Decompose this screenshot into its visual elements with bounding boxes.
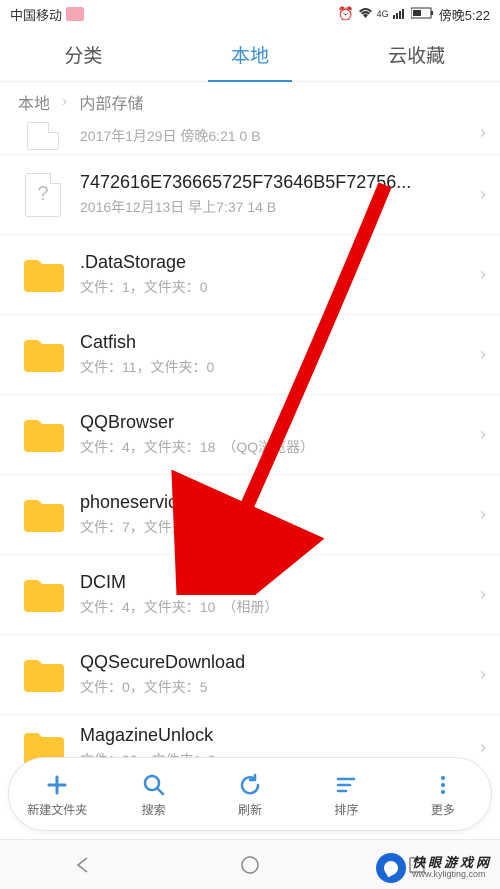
- sort-icon: [334, 771, 358, 799]
- wifi-icon: [358, 7, 373, 22]
- search-icon: [142, 771, 166, 799]
- item-title: QQBrowser: [80, 412, 474, 433]
- breadcrumb-path[interactable]: 内部存储: [79, 90, 143, 114]
- folder-icon: [22, 498, 64, 532]
- item-title: 7472616E736665725F73646B5F72756...: [80, 172, 474, 193]
- item-meta: 文件：4，文件夹：18 （QQ浏览器）: [80, 437, 474, 457]
- chevron-right-icon: ›: [474, 664, 486, 685]
- alarm-icon: ⏰: [337, 6, 353, 22]
- folder-icon: [22, 658, 64, 692]
- bottom-toolbar: 新建文件夹 搜索 刷新 排序 更多: [8, 757, 492, 831]
- time: 傍晚5:22: [439, 5, 490, 24]
- list-item-dcim[interactable]: DCIM 文件：4，文件夹：10 （相册） ›: [0, 555, 500, 635]
- chevron-right-icon: ›: [474, 737, 486, 758]
- list-item[interactable]: ? 7472616E736665725F73646B5F72756... 201…: [0, 155, 500, 235]
- battery-icon: [411, 7, 435, 22]
- signal-bars-icon: [393, 7, 407, 22]
- item-title: phoneservice: [80, 492, 474, 513]
- watermark: 快眼游戏网 www.kyligting.com: [376, 853, 492, 883]
- back-button[interactable]: [70, 852, 96, 878]
- folder-icon: [22, 418, 64, 452]
- folder-icon: [22, 258, 64, 292]
- app-icon: [66, 7, 84, 21]
- tab-category[interactable]: 分类: [0, 28, 167, 81]
- list-item[interactable]: Catfish 文件：11，文件夹：0 ›: [0, 315, 500, 395]
- search-button[interactable]: 搜索: [105, 758, 201, 830]
- item-meta: 2016年12月13日 早上7:37 14 B: [80, 197, 474, 217]
- file-icon: [27, 122, 59, 150]
- more-icon: [431, 771, 455, 799]
- signal-4g: 4G: [377, 9, 389, 19]
- chevron-right-icon: ›: [474, 584, 486, 605]
- item-title: QQSecureDownload: [80, 652, 474, 673]
- list-item[interactable]: 2017年1月29日 傍晚6:21 0 B ›: [0, 122, 500, 155]
- top-tabs: 分类 本地 云收藏: [0, 28, 500, 82]
- item-meta: 文件：11，文件夹：0: [80, 357, 474, 377]
- status-bar: 中国移动 ⏰ 4G 傍晚5:22: [0, 0, 500, 28]
- chevron-right-icon: ›: [474, 424, 486, 445]
- item-meta: 文件：4，文件夹：10 （相册）: [80, 597, 474, 617]
- chevron-right-icon: ›: [474, 264, 486, 285]
- item-title: MagazineUnlock: [80, 725, 474, 746]
- breadcrumb[interactable]: 本地 › 内部存储: [0, 82, 500, 122]
- item-title: DCIM: [80, 572, 474, 593]
- carrier: 中国移动: [10, 5, 62, 24]
- chevron-right-icon: ›: [62, 93, 67, 111]
- chevron-right-icon: ›: [474, 184, 486, 205]
- file-list: 2017年1月29日 傍晚6:21 0 B › ? 7472616E736665…: [0, 122, 500, 770]
- file-unknown-icon: ?: [25, 173, 61, 217]
- list-item[interactable]: QQSecureDownload 文件：0，文件夹：5 ›: [0, 635, 500, 715]
- chevron-right-icon: ›: [474, 344, 486, 365]
- item-meta: 2017年1月29日 傍晚6:21 0 B: [80, 126, 474, 146]
- folder-icon: [22, 338, 64, 372]
- item-meta: 文件：1，文件夹：0: [80, 277, 474, 297]
- list-item[interactable]: .DataStorage 文件：1，文件夹：0 ›: [0, 235, 500, 315]
- chevron-right-icon: ›: [474, 504, 486, 525]
- breadcrumb-root[interactable]: 本地: [18, 90, 50, 114]
- chevron-right-icon: ›: [474, 122, 486, 143]
- new-folder-button[interactable]: 新建文件夹: [9, 758, 105, 830]
- folder-icon: [22, 578, 64, 612]
- item-title: Catfish: [80, 332, 474, 353]
- more-button[interactable]: 更多: [395, 758, 491, 830]
- item-meta: 文件：7，文件夹：0: [80, 517, 474, 537]
- refresh-button[interactable]: 刷新: [202, 758, 298, 830]
- item-title: .DataStorage: [80, 252, 474, 273]
- plus-icon: [45, 771, 69, 799]
- home-button[interactable]: [237, 852, 263, 878]
- refresh-icon: [238, 771, 262, 799]
- watermark-logo-icon: [376, 853, 406, 883]
- list-item[interactable]: phoneservice 文件：7，文件夹：0 ›: [0, 475, 500, 555]
- list-item[interactable]: QQBrowser 文件：4，文件夹：18 （QQ浏览器） ›: [0, 395, 500, 475]
- sort-button[interactable]: 排序: [298, 758, 394, 830]
- tab-local[interactable]: 本地: [167, 28, 334, 81]
- tab-cloud[interactable]: 云收藏: [333, 28, 500, 81]
- item-meta: 文件：0，文件夹：5: [80, 677, 474, 697]
